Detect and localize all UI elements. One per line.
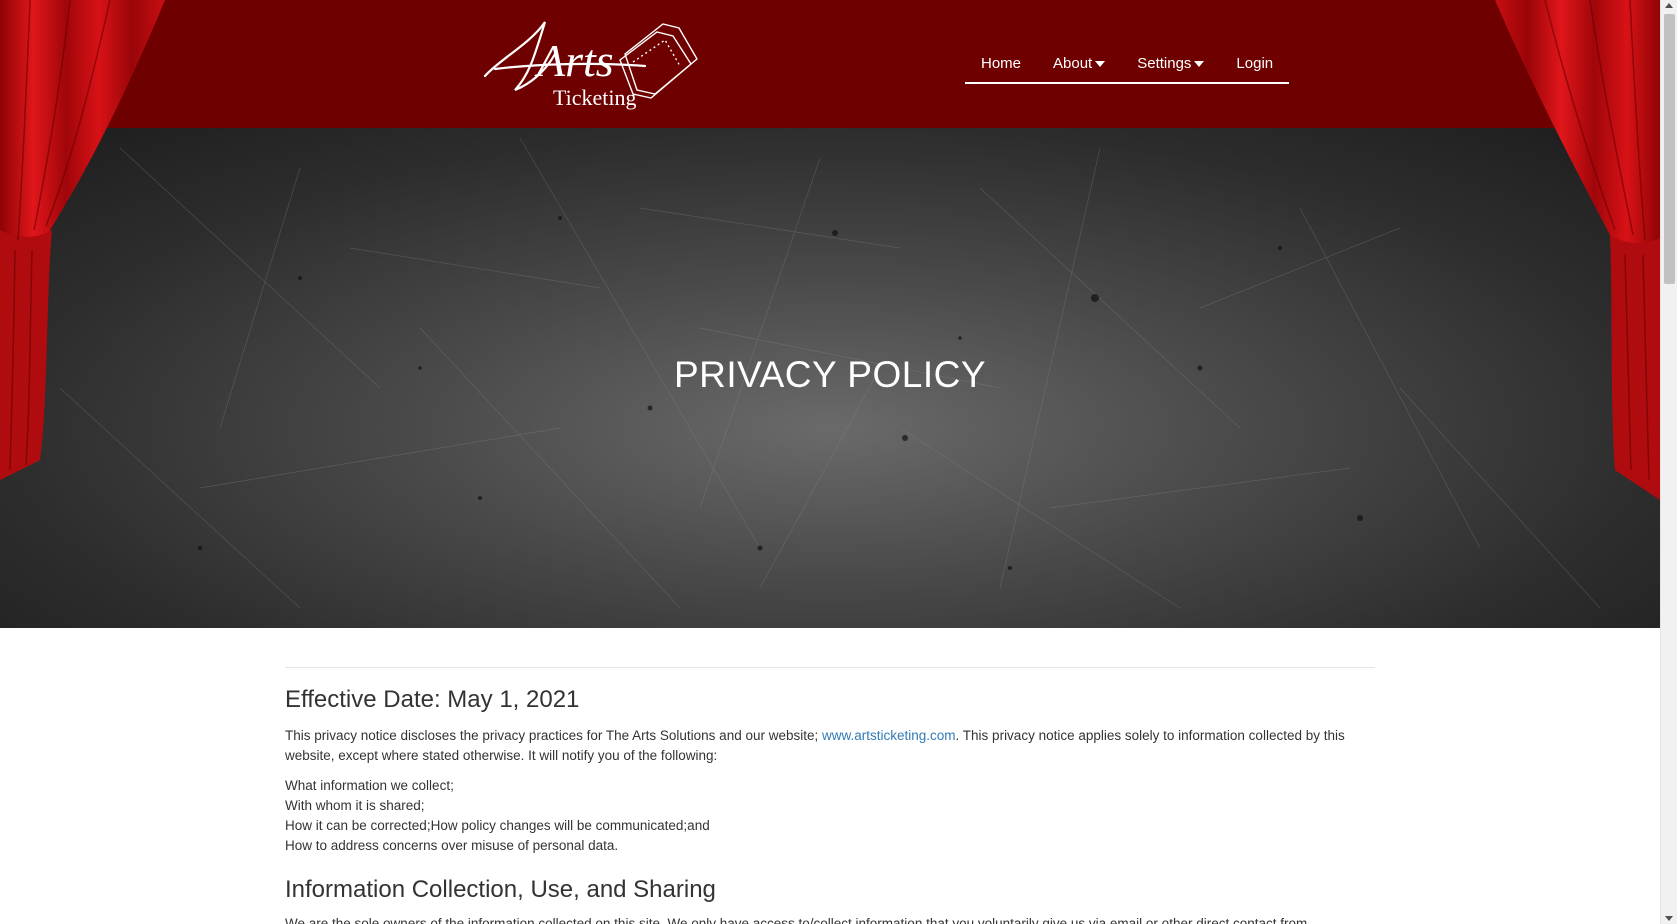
notice-list: What information we collect; With whom i… xyxy=(285,776,1375,856)
nav-item-settings[interactable]: Settings xyxy=(1137,54,1205,72)
hero-title: PRIVACY POLICY xyxy=(673,354,986,395)
list-item: How it can be corrected;How policy chang… xyxy=(285,818,710,833)
scroll-up-arrow-icon[interactable] xyxy=(1665,3,1673,8)
hero-banner: PRIVACY POLICY xyxy=(0,128,1660,628)
website-link[interactable]: www.artsticketing.com xyxy=(822,728,956,743)
list-item: How to address concerns over misuse of p… xyxy=(285,838,619,853)
nav-label-settings: Settings xyxy=(1137,54,1192,72)
caret-down-icon xyxy=(1095,61,1106,67)
section-paragraph: We are the sole owners of the informatio… xyxy=(285,916,1308,924)
nav-item-about[interactable]: About xyxy=(1053,54,1106,72)
section-heading: Information Collection, Use, and Sharing xyxy=(285,876,716,903)
main-navigation: Home About Settings Login xyxy=(965,44,1290,84)
privacy-policy-content: Effective Date: May 1, 2021 This privacy… xyxy=(285,667,1375,924)
page-viewport: Arts Ticketing Home About Settings Login xyxy=(0,0,1677,924)
intro-text-before: This privacy notice discloses the privac… xyxy=(285,728,822,743)
left-curtain-decoration xyxy=(0,0,165,480)
intro-paragraph: This privacy notice discloses the privac… xyxy=(285,726,1375,766)
nav-label-login: Login xyxy=(1236,54,1274,72)
scroll-down-arrow-icon[interactable] xyxy=(1665,916,1673,921)
logo-graphic: Arts Ticketing xyxy=(483,21,698,110)
logo-script-text: Arts xyxy=(534,35,614,86)
site-header: Arts Ticketing Home About Settings Login xyxy=(0,0,1660,128)
logo-sub-text: Ticketing xyxy=(553,85,637,110)
caret-down-icon xyxy=(1194,61,1205,67)
list-item: What information we collect; xyxy=(285,778,454,793)
right-curtain-decoration xyxy=(1495,0,1660,500)
nav-label-home: Home xyxy=(981,54,1022,72)
list-item: With whom it is shared; xyxy=(285,798,425,813)
vertical-scrollbar[interactable] xyxy=(1660,0,1677,924)
nav-item-home[interactable]: Home xyxy=(981,55,1021,72)
effective-date-heading: Effective Date: May 1, 2021 xyxy=(285,686,580,713)
nav-item-login[interactable]: Login xyxy=(1236,55,1273,72)
arts-ticketing-logo[interactable]: Arts Ticketing xyxy=(475,14,705,114)
nav-label-about: About xyxy=(1053,54,1093,72)
scrollbar-thumb[interactable] xyxy=(1664,14,1675,284)
